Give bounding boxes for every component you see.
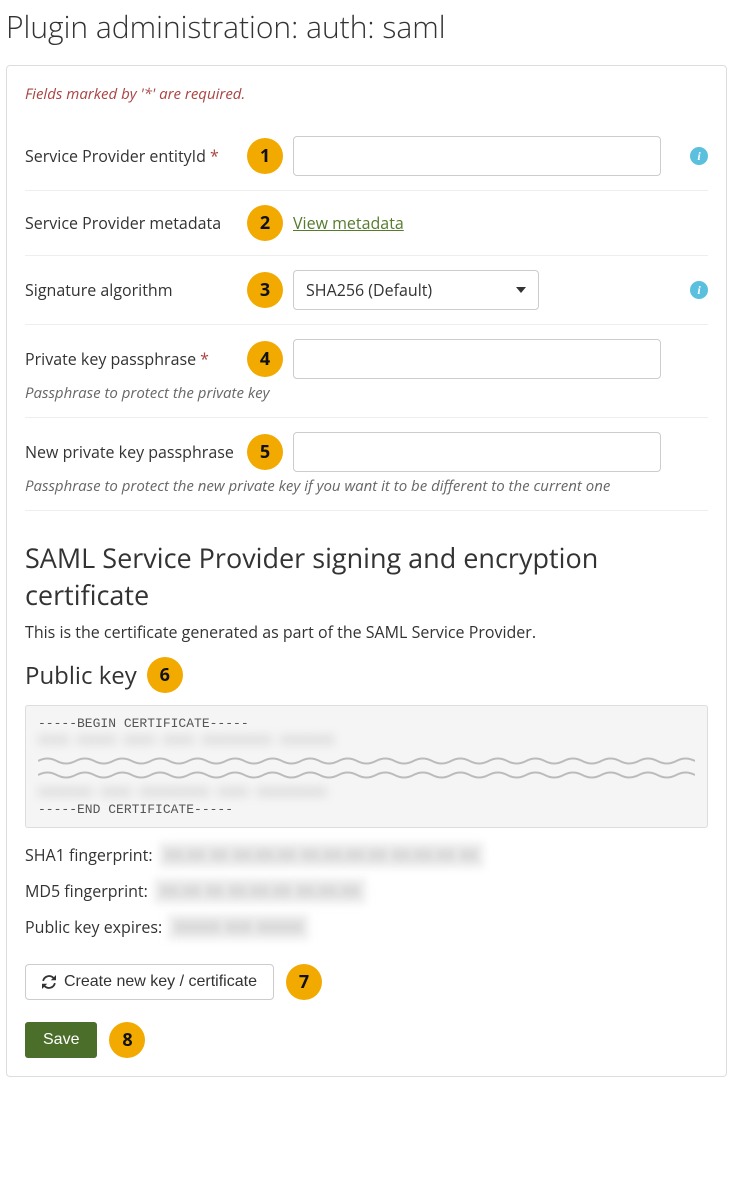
public-key-heading: Public key 6 <box>25 657 708 693</box>
cert-section-heading: SAML Service Provider signing and encryp… <box>25 539 708 613</box>
label-entity-id: Service Provider entityId * <box>25 145 247 167</box>
label-text: Private key passphrase <box>25 348 196 370</box>
field-signature-algorithm: Signature algorithm 3 SHA256 (Default) i <box>25 256 708 325</box>
sha1-value: XX:XX XX XX:XX:XX XX:XX:XX:XX XX:XX:XX X… <box>159 842 484 868</box>
required-asterisk: * <box>210 145 219 167</box>
required-note: Fields marked by '*' are required. <box>25 84 708 104</box>
expires-value: XXXXX XXX XXXXX <box>168 914 308 940</box>
sha1-label: SHA1 fingerprint: <box>25 844 153 866</box>
help-new-priv-pass: Passphrase to protect the new private ke… <box>25 476 708 511</box>
help-priv-pass: Passphrase to protect the private key <box>25 383 708 418</box>
label-metadata: Service Provider metadata <box>25 212 247 234</box>
chevron-down-icon <box>516 287 526 293</box>
new-private-passphrase-input[interactable] <box>293 432 661 472</box>
signature-algorithm-select[interactable]: SHA256 (Default) <box>293 270 539 310</box>
config-panel: Fields marked by '*' are required. Servi… <box>6 65 727 1077</box>
entity-id-input[interactable] <box>293 136 661 176</box>
private-passphrase-input[interactable] <box>293 339 661 379</box>
create-cert-label: Create new key / certificate <box>64 973 257 991</box>
badge-4: 4 <box>247 341 283 377</box>
required-asterisk: * <box>200 348 209 370</box>
select-value: SHA256 (Default) <box>306 279 432 301</box>
refresh-icon <box>42 975 56 989</box>
cert-begin: -----BEGIN CERTIFICATE----- <box>38 716 695 731</box>
cert-body: XXXX XXXXX XXXX XXXX XXXXXXXXX XXXXXXX <box>38 731 695 751</box>
badge-2: 2 <box>247 205 283 241</box>
create-new-cert-button[interactable]: Create new key / certificate <box>25 964 274 1000</box>
truncation-wave <box>38 755 695 765</box>
sha1-fingerprint-row: SHA1 fingerprint: XX:XX XX XX:XX:XX XX:X… <box>25 842 708 868</box>
badge-1: 1 <box>247 138 283 174</box>
certificate-block: -----BEGIN CERTIFICATE----- XXXX XXXXX X… <box>25 705 708 828</box>
info-icon[interactable]: i <box>690 281 708 299</box>
label-sig-algo: Signature algorithm <box>25 279 247 301</box>
save-button[interactable]: Save <box>25 1022 97 1058</box>
cert-body: XXXXXXX XXXX XXXXXXXXX XXXX XXXXXXXXX <box>38 783 695 803</box>
expires-label: Public key expires: <box>25 916 162 938</box>
field-private-passphrase: Private key passphrase * 4 <box>25 325 708 383</box>
truncation-wave <box>38 769 695 779</box>
label-text: Service Provider entityId <box>25 145 206 167</box>
md5-label: MD5 fingerprint: <box>25 880 148 902</box>
label-new-priv-pass: New private key passphrase <box>25 441 247 463</box>
badge-7: 7 <box>286 964 322 1000</box>
md5-value: XX:XX XX XX:XX:XX XX:XX:XX <box>154 878 366 904</box>
view-metadata-link[interactable]: View metadata <box>293 212 404 234</box>
badge-5: 5 <box>247 434 283 470</box>
page-title: Plugin administration: auth: saml <box>6 6 727 47</box>
field-entity-id: Service Provider entityId * 1 i <box>25 122 708 191</box>
field-new-private-passphrase: New private key passphrase 5 <box>25 418 708 476</box>
cert-end: -----END CERTIFICATE----- <box>38 802 695 817</box>
cert-section-desc: This is the certificate generated as par… <box>25 621 708 643</box>
badge-6: 6 <box>147 657 183 693</box>
expires-row: Public key expires: XXXXX XXX XXXXX <box>25 914 708 940</box>
md5-fingerprint-row: MD5 fingerprint: XX:XX XX XX:XX:XX XX:XX… <box>25 878 708 904</box>
badge-8: 8 <box>109 1022 145 1058</box>
info-icon[interactable]: i <box>690 147 708 165</box>
field-metadata: Service Provider metadata 2 View metadat… <box>25 191 708 256</box>
badge-3: 3 <box>247 272 283 308</box>
pubkey-heading-text: Public key <box>25 659 137 692</box>
label-priv-pass: Private key passphrase * <box>25 348 247 370</box>
